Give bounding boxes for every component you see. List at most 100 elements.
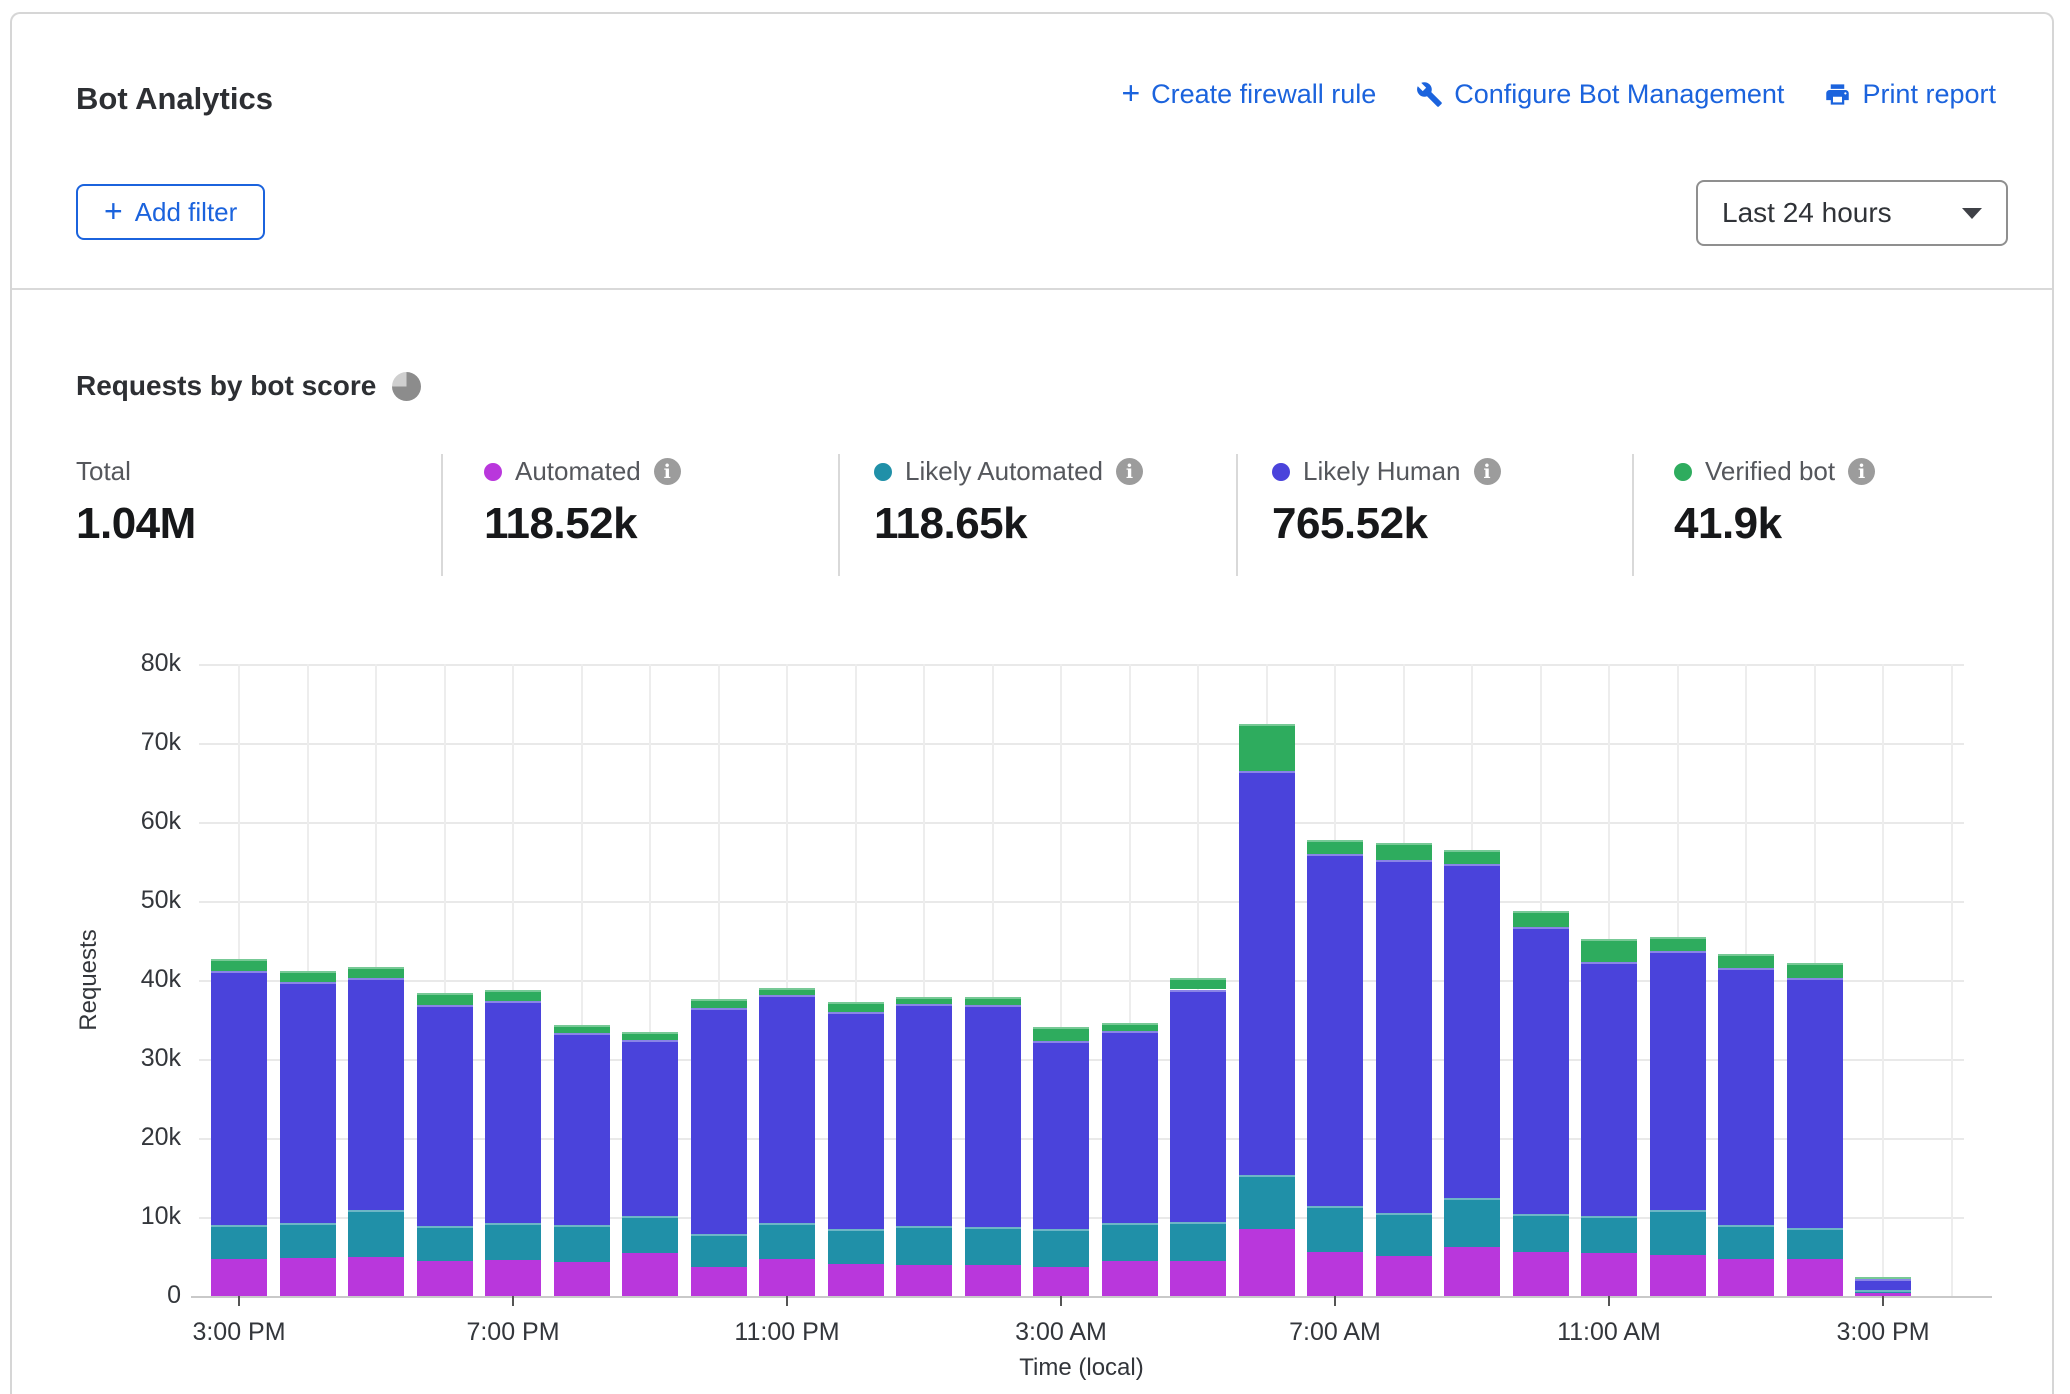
- bar-segment-likely-automated[interactable]: [896, 1226, 952, 1266]
- bar-segment-likely-automated[interactable]: [1239, 1175, 1295, 1229]
- bar-segment-automated[interactable]: [1170, 1261, 1226, 1296]
- bar-segment-likely-human[interactable]: [1376, 860, 1432, 1213]
- bar-segment-likely-human[interactable]: [1239, 771, 1295, 1175]
- bar-segment-verified-bot[interactable]: [896, 997, 952, 1004]
- create-firewall-rule-link[interactable]: + Create firewall rule: [1121, 78, 1376, 110]
- bar-segment-likely-automated[interactable]: [348, 1210, 404, 1257]
- bar-segment-likely-automated[interactable]: [1855, 1290, 1911, 1292]
- bar-segment-likely-human[interactable]: [211, 971, 267, 1225]
- bar-segment-likely-human[interactable]: [417, 1005, 473, 1226]
- bar-segment-verified-bot[interactable]: [485, 990, 541, 1001]
- bar-segment-verified-bot[interactable]: [1718, 954, 1774, 968]
- bar-segment-likely-human[interactable]: [1581, 962, 1637, 1216]
- bar-segment-likely-human[interactable]: [622, 1040, 678, 1216]
- bar-segment-verified-bot[interactable]: [1787, 963, 1843, 979]
- bar-segment-likely-human[interactable]: [828, 1012, 884, 1229]
- bar-segment-likely-automated[interactable]: [1650, 1210, 1706, 1255]
- bar-segment-verified-bot[interactable]: [1513, 911, 1569, 927]
- bar-segment-automated[interactable]: [622, 1253, 678, 1296]
- bar-segment-automated[interactable]: [211, 1259, 267, 1296]
- bar-segment-automated[interactable]: [759, 1259, 815, 1296]
- bar-segment-automated[interactable]: [896, 1265, 952, 1296]
- bar-segment-verified-bot[interactable]: [348, 967, 404, 979]
- bar-segment-likely-human[interactable]: [1307, 854, 1363, 1206]
- bar-segment-likely-automated[interactable]: [417, 1226, 473, 1262]
- bar-segment-likely-automated[interactable]: [211, 1225, 267, 1259]
- bar-segment-verified-bot[interactable]: [417, 993, 473, 1005]
- bar-segment-likely-human[interactable]: [691, 1008, 747, 1235]
- bar-segment-automated[interactable]: [1513, 1252, 1569, 1296]
- bar-segment-likely-human[interactable]: [554, 1033, 610, 1225]
- bar-segment-automated[interactable]: [1581, 1253, 1637, 1296]
- bar-segment-likely-human[interactable]: [1170, 990, 1226, 1222]
- bar-segment-likely-human[interactable]: [965, 1005, 1021, 1228]
- bar-segment-automated[interactable]: [691, 1267, 747, 1296]
- info-icon[interactable]: i: [1848, 458, 1875, 485]
- bar-segment-automated[interactable]: [348, 1257, 404, 1296]
- bar-segment-likely-human[interactable]: [1102, 1031, 1158, 1223]
- bar-segment-likely-automated[interactable]: [485, 1223, 541, 1259]
- bar-segment-automated[interactable]: [554, 1262, 610, 1296]
- bar-segment-likely-automated[interactable]: [1376, 1213, 1432, 1256]
- bar-segment-verified-bot[interactable]: [280, 971, 336, 982]
- bar-segment-automated[interactable]: [1239, 1229, 1295, 1296]
- bar-segment-likely-automated[interactable]: [1787, 1228, 1843, 1259]
- bar-segment-verified-bot[interactable]: [1033, 1027, 1089, 1041]
- bar-segment-likely-human[interactable]: [1444, 864, 1500, 1198]
- bar-segment-verified-bot[interactable]: [1170, 978, 1226, 989]
- bar-segment-likely-human[interactable]: [1650, 951, 1706, 1210]
- bar-segment-verified-bot[interactable]: [1855, 1277, 1911, 1279]
- bar-segment-likely-automated[interactable]: [554, 1225, 610, 1262]
- bar-segment-automated[interactable]: [1650, 1255, 1706, 1296]
- bar-segment-verified-bot[interactable]: [828, 1002, 884, 1011]
- bar-segment-likely-human[interactable]: [896, 1004, 952, 1226]
- bar-segment-likely-human[interactable]: [1033, 1041, 1089, 1229]
- bar-segment-automated[interactable]: [1102, 1261, 1158, 1296]
- bar-segment-likely-automated[interactable]: [1102, 1223, 1158, 1261]
- bar-segment-likely-human[interactable]: [485, 1001, 541, 1223]
- bar-segment-likely-automated[interactable]: [1444, 1198, 1500, 1247]
- bar-segment-verified-bot[interactable]: [1239, 724, 1295, 771]
- bar-segment-automated[interactable]: [1376, 1256, 1432, 1296]
- bar-segment-likely-automated[interactable]: [1718, 1225, 1774, 1259]
- bar-segment-verified-bot[interactable]: [1444, 850, 1500, 864]
- info-icon[interactable]: i: [654, 458, 681, 485]
- add-filter-button[interactable]: + Add filter: [76, 184, 265, 240]
- bar-segment-verified-bot[interactable]: [554, 1025, 610, 1033]
- bar-segment-likely-automated[interactable]: [1170, 1222, 1226, 1262]
- bar-segment-automated[interactable]: [1787, 1259, 1843, 1296]
- bar-segment-likely-automated[interactable]: [691, 1234, 747, 1266]
- bar-segment-likely-human[interactable]: [1718, 968, 1774, 1225]
- bar-segment-verified-bot[interactable]: [622, 1032, 678, 1040]
- bar-segment-verified-bot[interactable]: [1581, 939, 1637, 962]
- bar-segment-automated[interactable]: [828, 1264, 884, 1296]
- bar-segment-likely-human[interactable]: [759, 995, 815, 1223]
- info-icon[interactable]: i: [1116, 458, 1143, 485]
- time-range-select[interactable]: Last 24 hours: [1696, 180, 2008, 246]
- bar-segment-automated[interactable]: [965, 1265, 1021, 1296]
- bar-segment-likely-automated[interactable]: [828, 1229, 884, 1265]
- bar-segment-automated[interactable]: [280, 1258, 336, 1296]
- print-report-link[interactable]: Print report: [1824, 79, 1996, 110]
- bar-segment-likely-human[interactable]: [1787, 978, 1843, 1228]
- bar-segment-verified-bot[interactable]: [211, 959, 267, 972]
- bar-segment-likely-automated[interactable]: [280, 1223, 336, 1258]
- bar-segment-verified-bot[interactable]: [691, 999, 747, 1008]
- bar-segment-likely-automated[interactable]: [965, 1227, 1021, 1265]
- bar-segment-automated[interactable]: [1307, 1252, 1363, 1296]
- bar-segment-automated[interactable]: [1444, 1247, 1500, 1296]
- bar-segment-likely-human[interactable]: [348, 978, 404, 1209]
- bar-segment-likely-human[interactable]: [1513, 927, 1569, 1214]
- configure-bot-management-link[interactable]: Configure Bot Management: [1416, 79, 1784, 110]
- bar-segment-verified-bot[interactable]: [1376, 843, 1432, 860]
- bar-segment-automated[interactable]: [417, 1261, 473, 1296]
- bar-segment-verified-bot[interactable]: [1102, 1023, 1158, 1032]
- bar-segment-automated[interactable]: [485, 1260, 541, 1296]
- bar-segment-verified-bot[interactable]: [1307, 840, 1363, 854]
- bar-segment-automated[interactable]: [1033, 1267, 1089, 1296]
- bar-segment-likely-automated[interactable]: [1581, 1216, 1637, 1252]
- bar-segment-automated[interactable]: [1718, 1259, 1774, 1296]
- bar-segment-likely-automated[interactable]: [1307, 1206, 1363, 1252]
- bar-segment-likely-automated[interactable]: [1513, 1214, 1569, 1252]
- bar-segment-verified-bot[interactable]: [965, 997, 1021, 1005]
